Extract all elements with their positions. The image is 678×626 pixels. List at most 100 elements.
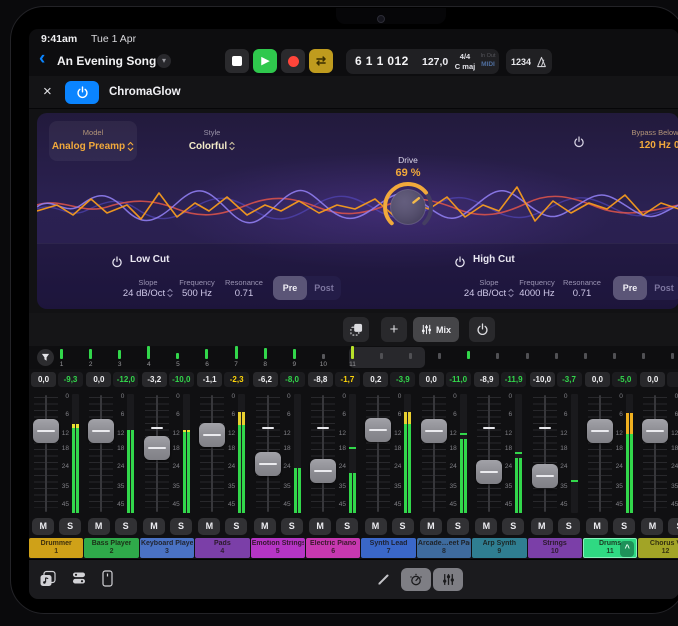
highcut-resonance-value[interactable]: 0.71 <box>547 288 617 299</box>
mute-button[interactable]: M <box>531 518 553 535</box>
mixer-view-button[interactable] <box>433 568 463 591</box>
highcut-post-button[interactable]: Post <box>647 276 678 300</box>
close-icon[interactable]: × <box>43 83 52 100</box>
volume-value[interactable]: -8,9 <box>474 372 499 387</box>
level-value[interactable]: 0.0 <box>641 140 678 151</box>
collapse-chevron-icon[interactable] <box>343 541 357 557</box>
fader-cap[interactable] <box>310 459 336 483</box>
track-tile[interactable]: Pads 4 <box>195 538 249 558</box>
fader-cap[interactable] <box>144 436 170 460</box>
collapse-chevron-icon[interactable] <box>66 541 80 557</box>
track-tile[interactable]: Chorus V 12 <box>638 538 678 558</box>
mix-button[interactable]: Mix <box>413 317 459 342</box>
solo-button[interactable]: S <box>115 518 137 535</box>
volume-value[interactable]: -8,8 <box>308 372 333 387</box>
solo-button[interactable]: S <box>613 518 635 535</box>
fader-cap[interactable] <box>365 418 391 442</box>
solo-button[interactable]: S <box>502 518 524 535</box>
style-selector[interactable]: Colorful <box>167 141 257 152</box>
collapse-chevron-icon[interactable] <box>565 541 579 557</box>
volume-value[interactable]: 0,2 <box>363 372 388 387</box>
mute-button[interactable]: M <box>365 518 387 535</box>
solo-button[interactable]: S <box>170 518 192 535</box>
metronome-icon[interactable] <box>536 56 547 68</box>
cycle-button[interactable]: ⇄ <box>309 49 333 73</box>
fader-cap[interactable] <box>642 419 668 443</box>
mute-button[interactable]: M <box>641 518 663 535</box>
library-icon[interactable] <box>71 570 87 591</box>
add-button[interactable]: + <box>381 317 407 342</box>
mute-button[interactable]: M <box>475 518 497 535</box>
lowcut-pre-button[interactable]: Pre <box>273 276 307 300</box>
fader-track[interactable] <box>433 395 435 512</box>
play-surface-icon[interactable] <box>101 570 114 592</box>
count-in-group[interactable]: 1234 <box>506 49 552 74</box>
solo-button[interactable]: S <box>225 518 247 535</box>
track-tile[interactable]: Emotion Strings 5 <box>251 538 305 558</box>
fader-cap[interactable] <box>476 460 502 484</box>
track-tile[interactable]: Arp Synth 9 <box>472 538 526 558</box>
solo-button[interactable]: S <box>558 518 580 535</box>
collapse-chevron-icon[interactable] <box>122 541 136 557</box>
solo-button[interactable]: S <box>281 518 303 535</box>
volume-value[interactable]: 0,0 <box>31 372 56 387</box>
track-tile[interactable]: Keyboard Player 3 <box>140 538 194 558</box>
volume-value[interactable]: -1,1 <box>197 372 222 387</box>
lowcut-resonance-value[interactable]: 0.71 <box>209 288 279 299</box>
collapse-chevron-icon[interactable] <box>233 541 247 557</box>
track-tile[interactable]: Bass Player 2 <box>84 538 138 558</box>
track-tile[interactable]: Arcade…eet Pad 8 <box>417 538 471 558</box>
volume-value[interactable]: -3,2 <box>142 372 167 387</box>
collapse-chevron-icon[interactable] <box>288 541 302 557</box>
solo-button[interactable]: S <box>447 518 469 535</box>
solo-button[interactable]: S <box>668 518 678 535</box>
fader-track[interactable] <box>211 395 213 512</box>
collapse-chevron-icon[interactable] <box>399 541 413 557</box>
mixer-power-button[interactable] <box>469 317 495 342</box>
back-chevron-icon[interactable]: ‹ <box>39 48 45 70</box>
plugin-power-button[interactable] <box>65 81 99 104</box>
lcd-display[interactable]: 6 1 1 012 127,0 4/4C maj In Out MIDI <box>346 49 499 74</box>
fader-cap[interactable] <box>532 464 558 488</box>
fader-track[interactable] <box>45 395 47 512</box>
mute-button[interactable]: M <box>254 518 276 535</box>
record-button[interactable] <box>281 49 305 73</box>
solo-button[interactable]: S <box>336 518 358 535</box>
highcut-power-button[interactable] <box>454 255 466 273</box>
track-tile[interactable]: Synth Lead 7 <box>361 538 415 558</box>
track-tile[interactable]: Strings 10 <box>528 538 582 558</box>
fader-track[interactable] <box>544 395 546 512</box>
solo-button[interactable]: S <box>392 518 414 535</box>
mute-button[interactable]: M <box>309 518 331 535</box>
volume-value[interactable]: -6,2 <box>253 372 278 387</box>
lowcut-post-button[interactable]: Post <box>307 276 341 300</box>
song-menu-chevron-icon[interactable]: ▾ <box>157 54 171 68</box>
fader-track[interactable] <box>488 395 490 512</box>
pencil-icon[interactable] <box>377 572 391 591</box>
collapse-chevron-icon[interactable] <box>177 541 191 557</box>
stop-button[interactable] <box>225 49 249 73</box>
track-tile[interactable]: Drummer 1 <box>29 538 83 558</box>
mute-button[interactable]: M <box>420 518 442 535</box>
lowcut-power-button[interactable] <box>111 255 123 273</box>
duplicate-button[interactable] <box>343 317 369 342</box>
mute-button[interactable]: M <box>198 518 220 535</box>
play-button[interactable]: ▶ <box>253 49 277 73</box>
track-tile[interactable]: Electric Piano 6 <box>306 538 360 558</box>
fader-track[interactable] <box>599 395 601 512</box>
highcut-pre-button[interactable]: Pre <box>613 276 647 300</box>
mute-button[interactable]: M <box>32 518 54 535</box>
bypass-power-button[interactable] <box>573 135 585 153</box>
volume-value[interactable]: 0,0 <box>640 372 665 387</box>
collapse-chevron-icon[interactable] <box>454 541 468 557</box>
fader-cap[interactable] <box>199 423 225 447</box>
fader-cap[interactable] <box>33 419 59 443</box>
fader-cap[interactable] <box>587 419 613 443</box>
volume-value[interactable]: 0,0 <box>585 372 610 387</box>
volume-value[interactable]: 0,0 <box>419 372 444 387</box>
fader-cap[interactable] <box>88 419 114 443</box>
controls-view-button[interactable] <box>401 568 431 591</box>
mute-button[interactable]: M <box>143 518 165 535</box>
track-tile[interactable]: Drums 11 ^ <box>583 538 637 558</box>
drive-knob[interactable] <box>378 177 438 237</box>
